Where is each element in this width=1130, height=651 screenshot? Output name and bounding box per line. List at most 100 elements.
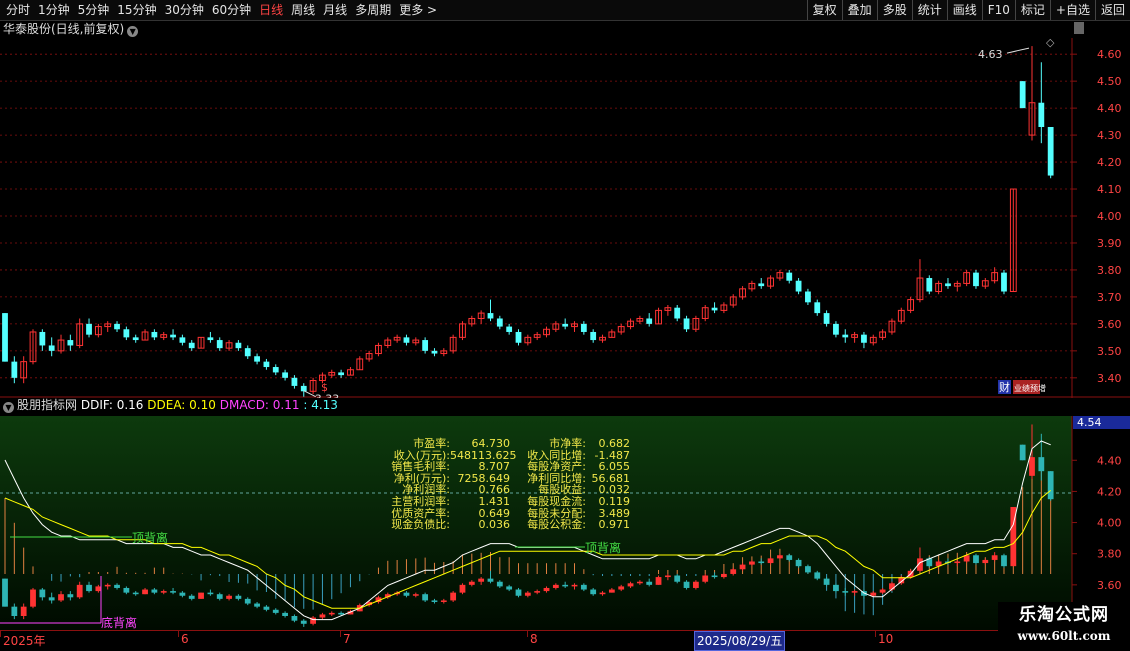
tab-7[interactable]: 周线: [287, 0, 319, 20]
ind-candle-body: [188, 595, 195, 599]
ind-candle-body: [823, 578, 830, 585]
tool-button-0[interactable]: 复权: [806, 0, 842, 20]
ind-candle-body: [739, 564, 746, 570]
ind-candle-body: [272, 609, 279, 613]
candle-body: [786, 272, 793, 281]
ind-candle-body: [982, 559, 989, 564]
candle-body: [151, 331, 158, 338]
ind-candle-body: [431, 600, 438, 602]
ind-candle-body: [76, 584, 83, 598]
ind-candle-body: [599, 592, 606, 595]
candle-body: [973, 272, 979, 287]
date-tick: [0, 631, 1, 637]
tool-button-8[interactable]: 返回: [1094, 0, 1130, 20]
ind-candle-body: [422, 594, 429, 601]
candle-body: [207, 337, 214, 341]
candle-body: [646, 318, 653, 324]
candle-body: [86, 323, 92, 335]
candle-body: [300, 385, 307, 392]
candle-body: [272, 367, 279, 373]
tab-9[interactable]: 多周期: [351, 0, 395, 20]
candle-body: [254, 356, 260, 362]
candle-body: [515, 331, 522, 343]
date-label: 10: [878, 632, 894, 646]
ind-candle-body: [207, 592, 214, 595]
date-label: 2025年: [3, 634, 46, 648]
tab-1[interactable]: 1分钟: [34, 0, 74, 20]
ind-candle-body: [254, 603, 260, 607]
ind-candle-body: [562, 584, 569, 587]
price-box-label: 4.54: [1077, 416, 1102, 429]
candle-body: [244, 348, 251, 357]
ind-candle-body: [954, 561, 961, 564]
date-axis: 2025年 6 7 8 2025/08/29/五 10: [0, 630, 1130, 651]
chevron-down-icon[interactable]: ▼: [127, 26, 139, 37]
ind-candle-body: [973, 555, 979, 564]
stock-title[interactable]: 华泰股份(日线,前复权) ▼: [3, 21, 139, 37]
tab-10[interactable]: 更多 >: [395, 0, 441, 20]
ind-candle-body: [879, 589, 886, 593]
tool-button-4[interactable]: 画线: [946, 0, 982, 20]
ind-candle-body: [226, 595, 232, 599]
stock-title-text: 华泰股份(日线,前复权): [3, 22, 125, 36]
tool-button-1[interactable]: 叠加: [841, 0, 877, 20]
candle-body: [291, 377, 298, 386]
tool-button-5[interactable]: F10: [981, 0, 1015, 20]
ind-candle-body: [160, 591, 167, 593]
fin-value: 0.682: [598, 437, 631, 450]
candle-body: [114, 323, 120, 330]
candlestick-chart[interactable]: 4.60 4.50 4.40 4.30 4.20 4.10 4.00 3.90 3.80 3.70…: [0, 38, 1130, 398]
ind-candle-body: [683, 581, 690, 588]
tab-2[interactable]: 5分钟: [74, 0, 114, 20]
tool-button-6[interactable]: 标记: [1014, 0, 1050, 20]
tab-8[interactable]: 月线: [319, 0, 351, 20]
candle-body: [823, 313, 830, 324]
fin-value: 0.971: [598, 518, 631, 532]
ind-candle-body: [842, 591, 849, 593]
ind-candle-body: [767, 558, 774, 564]
tab-6[interactable]: 日线: [255, 0, 287, 20]
tab-0[interactable]: 分时: [2, 0, 34, 20]
fin-row: 现金负债比: 0.036 每股公积金: 0.971: [380, 519, 630, 531]
axis-scroll-icon[interactable]: [1074, 22, 1084, 34]
candle-body: [926, 278, 933, 292]
axis-tick-label: 3.90: [1097, 237, 1122, 250]
ind-candle-body: [319, 614, 326, 618]
candle-body: [487, 313, 494, 319]
tool-button-2[interactable]: 多股: [876, 0, 912, 20]
fin-label: 市盈率:: [413, 437, 450, 450]
cai-badge: 财: [999, 380, 1010, 394]
axis-tick-label: 3.50: [1097, 345, 1122, 358]
fin-row: 市盈率: 64.730 市净率: 0.682: [380, 438, 630, 450]
candle-body: [263, 361, 270, 368]
axis-tick-label: 4.40: [1097, 454, 1122, 467]
candle-body: [1047, 127, 1054, 176]
ind-candle-body: [11, 606, 18, 616]
ind-candle-body: [702, 575, 709, 582]
candle-body: [590, 331, 597, 341]
ind-candle-body: [749, 561, 755, 565]
ind-candle-body: [655, 577, 662, 585]
tool-button-3[interactable]: 统计: [911, 0, 947, 20]
tab-4[interactable]: 30分钟: [161, 0, 208, 20]
ind-candle-body: [478, 578, 485, 582]
candle-body: [1038, 102, 1045, 127]
axis-tick-label: 3.60: [1097, 318, 1122, 331]
date-tick: [527, 631, 528, 637]
ind-candle-body: [571, 584, 578, 587]
chevron-down-icon[interactable]: ▼: [3, 402, 14, 413]
tab-5[interactable]: 60分钟: [208, 0, 255, 20]
ind-candle-body: [515, 589, 522, 596]
axis-tick-label: 4.40: [1097, 102, 1122, 115]
candle-body: [123, 329, 130, 338]
candle-body: [2, 313, 8, 362]
ind-candle-body: [179, 592, 186, 596]
ind-candle-body: [795, 559, 802, 567]
ind-candle-body: [86, 584, 92, 592]
candle-body: [188, 342, 195, 349]
axis-tick-label: 4.20: [1097, 156, 1122, 169]
axis-tick-label: 3.70: [1097, 291, 1122, 304]
tool-button-7[interactable]: +自选: [1049, 0, 1095, 20]
ind-candle-body: [450, 592, 457, 601]
tab-3[interactable]: 15分钟: [113, 0, 160, 20]
